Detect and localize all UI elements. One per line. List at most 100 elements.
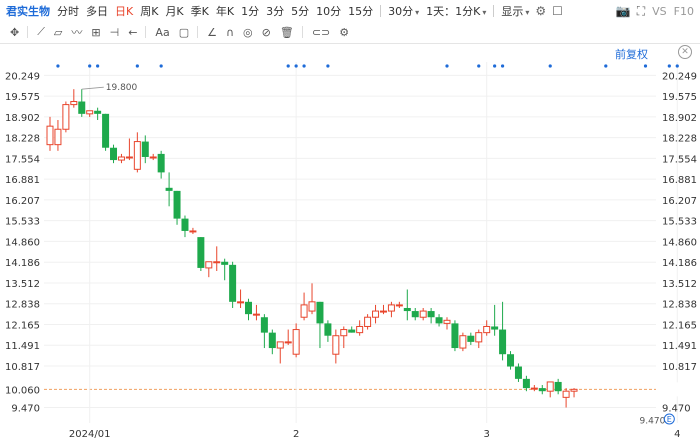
camera-icon[interactable]: 📷	[616, 4, 631, 18]
gear-icon[interactable]: ⚙	[339, 26, 349, 39]
timeframe-8[interactable]: 3分	[266, 3, 284, 19]
channel-icon[interactable]: ▱	[54, 26, 62, 39]
candle-body-down	[435, 317, 443, 324]
f10-button[interactable]: F10	[674, 5, 694, 18]
high-marker-label: 19.800	[106, 83, 138, 93]
chart-annotations: 19.800 9.470 E	[81, 83, 675, 427]
low-marker-label: 9.470	[640, 417, 666, 427]
toolbar-separator	[380, 5, 382, 17]
close-icon[interactable]: ✕	[678, 45, 692, 59]
timeframe-10[interactable]: 10分	[316, 3, 341, 19]
y-tick-label: 14.860	[5, 237, 40, 248]
candle-body-up	[530, 387, 538, 390]
y-tick-label: 18.228	[662, 134, 697, 145]
y-tick-label: 18.902	[5, 113, 40, 124]
candle-body-up	[237, 301, 245, 304]
measure-icon[interactable]: ⊞	[91, 26, 100, 39]
grid-lines	[44, 62, 678, 423]
candle-body-down	[165, 187, 173, 191]
candle-body-up	[364, 316, 372, 327]
drawing-toolbar: ✥ ⟋ ▱ 〰 ⊞ ⊣ ← Aa ▢ ∠ ∩ ◎ ⊘ 🗑 ⊂⊃ ⚙	[0, 22, 700, 42]
timeframe-11[interactable]: 15分	[348, 3, 373, 19]
hide-icon[interactable]: ⊘	[262, 26, 271, 39]
y-tick-label: 14.186	[662, 258, 697, 269]
timeframe-12[interactable]: 30分	[388, 3, 419, 19]
brush-icon[interactable]: ∠	[207, 26, 217, 39]
event-dot	[493, 64, 497, 68]
candle-body-up	[86, 110, 94, 115]
candlestick-chart[interactable]: 20.249 19.575 18.902 18.228 17.554 16.881 16.2…	[0, 0, 700, 443]
comment-icon[interactable]: ▢	[179, 26, 189, 39]
candle-body-up	[276, 341, 284, 349]
candle-body-up	[54, 128, 62, 146]
timeframe-5[interactable]: 季K	[191, 3, 209, 19]
candle-body-down	[78, 101, 86, 114]
y-tick-label: 13.512	[662, 279, 697, 290]
timeframe-7[interactable]: 1分	[241, 3, 259, 19]
candle-body-up	[570, 388, 578, 392]
candle-body-up	[395, 304, 403, 307]
y-tick-label: 11.491	[662, 341, 697, 352]
checkbox-icon[interactable]: ☐	[552, 4, 563, 18]
x-tick-label: 4	[674, 429, 680, 440]
eye-icon[interactable]: ◎	[243, 26, 253, 39]
settings-icon[interactable]: ⚙	[535, 4, 546, 18]
x-axis: 2024/01 2 3 4	[69, 429, 681, 440]
candle-body-down	[221, 261, 229, 265]
arrow-icon[interactable]: ←	[128, 26, 137, 39]
wave-icon[interactable]: 〰	[71, 24, 82, 40]
compare-button[interactable]: VS	[652, 5, 667, 18]
y-tick-label: 12.838	[662, 300, 697, 311]
candle-body-up	[332, 335, 340, 355]
candle-body-down	[229, 264, 237, 302]
candle-body-down	[102, 113, 110, 148]
candle-body-up	[379, 310, 387, 313]
y-tick-label: 11.491	[5, 341, 40, 352]
event-dot	[643, 64, 648, 68]
candles	[46, 89, 578, 408]
candle-body-up	[387, 304, 395, 312]
y-tick-label: 18.228	[5, 134, 40, 145]
timeframe-9[interactable]: 5分	[291, 3, 309, 19]
move-icon[interactable]: ✥	[10, 26, 19, 39]
magnet-icon[interactable]: ∩	[226, 26, 234, 39]
candle-body-down	[467, 335, 475, 342]
link-icon[interactable]: ⊂⊃	[312, 26, 330, 39]
fullscreen-icon[interactable]: ⛶	[637, 4, 645, 19]
candle-body-down	[348, 329, 356, 333]
stock-name[interactable]: 君实生物	[6, 3, 50, 19]
price-adjust-button[interactable]: 前复权	[615, 46, 648, 62]
candle-body-down	[173, 190, 181, 219]
timeframe-14[interactable]: 显示	[501, 3, 529, 19]
text-icon[interactable]: Aa	[155, 26, 169, 39]
y-axis-left: 20.249 19.575 18.902 18.228 17.554 16.881 16.2…	[5, 71, 40, 414]
timeframe-2[interactable]: 日K	[115, 3, 133, 19]
candle-body-up	[117, 156, 125, 161]
range-icon[interactable]: ⊣	[110, 26, 120, 39]
timeframe-3[interactable]: 周K	[140, 3, 158, 19]
y-tick-label: 19.575	[5, 92, 40, 103]
timeframe-4[interactable]: 月K	[165, 3, 183, 19]
event-dot	[286, 64, 290, 68]
y-tick-label: 15.533	[662, 217, 697, 228]
y-tick-label: 10.817	[662, 362, 697, 373]
y-tick-label: 12.838	[5, 300, 40, 311]
timeframe-0[interactable]: 分时	[57, 3, 79, 19]
event-dot	[135, 64, 139, 68]
y-tick-label: 18.902	[662, 113, 697, 124]
y-tick-label: 15.533	[5, 217, 40, 228]
candle-body-up	[292, 329, 300, 355]
tool-separator	[145, 26, 147, 38]
event-dot	[548, 64, 552, 68]
timeframe-6[interactable]: 年K	[216, 3, 234, 19]
y-tick-label: 10.060	[662, 385, 697, 396]
line-icon[interactable]: ⟋	[37, 25, 45, 39]
event-dot	[500, 64, 505, 68]
candle-body-down	[268, 332, 276, 349]
delete-icon[interactable]: 🗑	[280, 26, 294, 39]
timeframe-13[interactable]: 1天：1分K	[426, 3, 486, 19]
timeframe-1[interactable]: 多日	[86, 3, 108, 19]
candle-body-down	[554, 381, 562, 392]
candle-body-down	[427, 311, 435, 318]
y-tick-label: 12.165	[5, 320, 40, 331]
